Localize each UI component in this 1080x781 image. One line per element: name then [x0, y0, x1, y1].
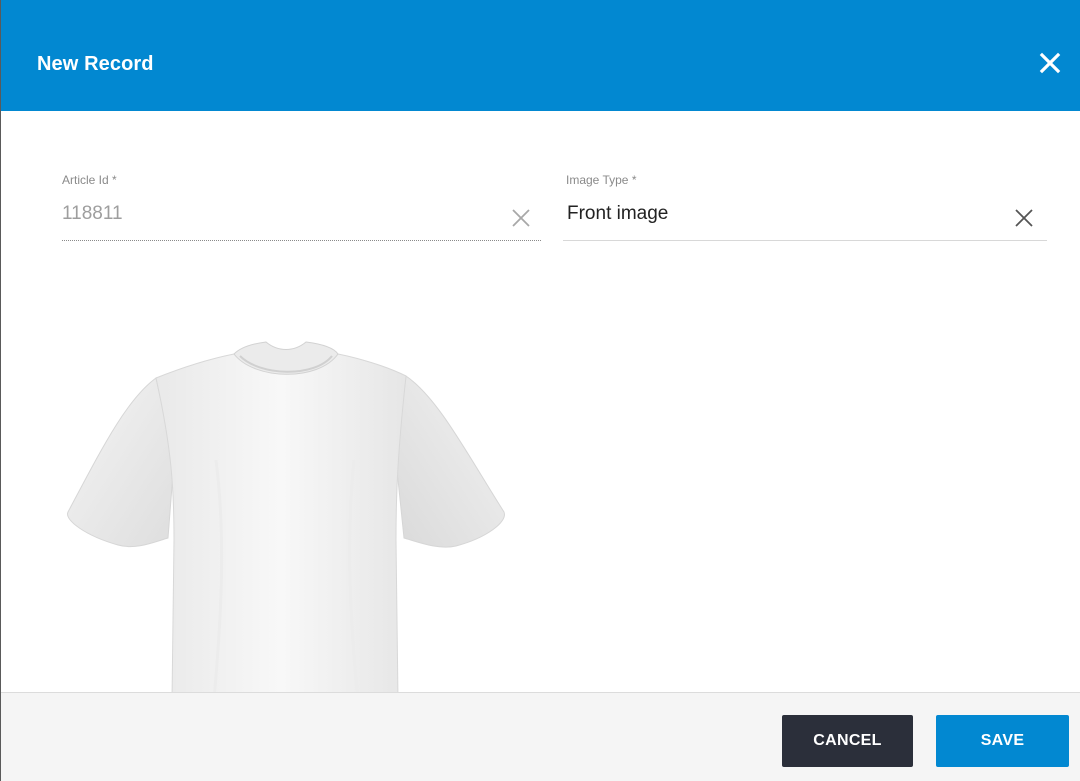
clear-icon [1015, 209, 1033, 227]
image-type-clear-button[interactable] [1013, 207, 1035, 229]
article-id-label: Article Id * [62, 173, 117, 187]
article-id-clear-button[interactable] [510, 207, 532, 229]
image-type-select[interactable]: Front image [567, 203, 668, 225]
close-button[interactable] [1035, 48, 1065, 78]
cancel-button[interactable]: CANCEL [782, 715, 913, 767]
dialog-title: New Record [37, 53, 154, 75]
close-icon [1039, 52, 1061, 74]
dialog-footer: CANCEL SAVE [1, 692, 1080, 781]
clear-icon [512, 209, 530, 227]
article-id-underline [62, 240, 541, 241]
article-id-input[interactable]: 118811 [62, 203, 123, 225]
new-record-dialog: New Record Article Id * 118811 Image Typ… [0, 0, 1080, 781]
tshirt-preview-image [46, 340, 526, 701]
image-type-label: Image Type * [566, 173, 637, 187]
dialog-header: New Record [1, 0, 1080, 111]
save-button[interactable]: SAVE [936, 715, 1069, 767]
image-type-underline [563, 240, 1047, 241]
